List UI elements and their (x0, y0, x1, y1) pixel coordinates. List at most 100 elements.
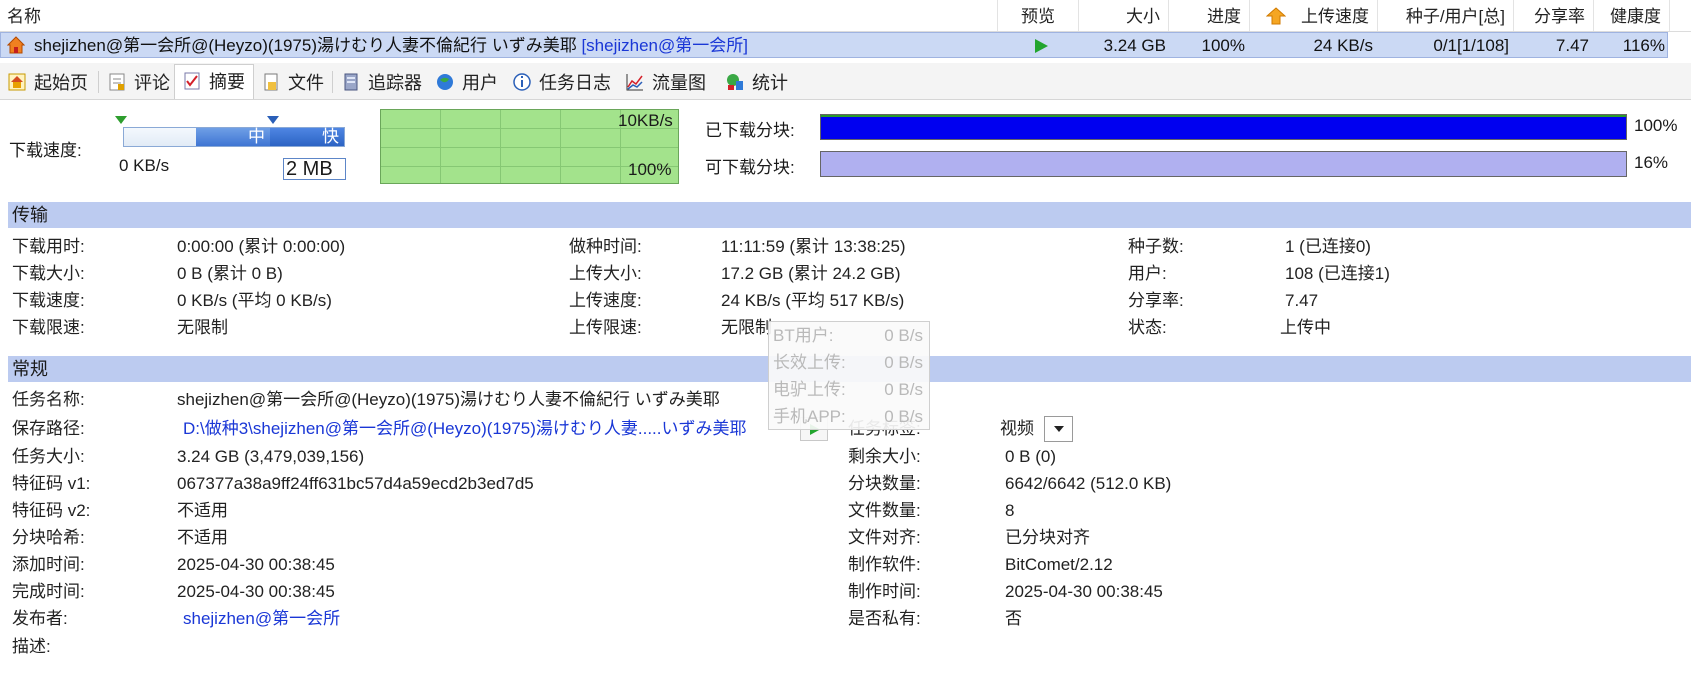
tab-peers-label: 用户 (462, 73, 498, 93)
private-value: 否 (1005, 609, 1022, 628)
tab-files[interactable]: 文件 (254, 66, 332, 98)
column-header-name[interactable]: 名称 (0, 0, 998, 31)
tab-home[interactable]: 起始页 (0, 66, 96, 98)
file-icon (264, 73, 278, 91)
torrent-upload-speed: 24 KB/s (1313, 36, 1373, 55)
download-limit-value: 无限制 (177, 318, 228, 337)
download-time-value: 0:00:00 (累计 0:00:00) (177, 237, 346, 256)
users-icon (437, 74, 453, 90)
hash-v1-label: 特征码 v1: (12, 474, 91, 493)
file-count-value: 8 (1005, 501, 1015, 520)
peers-label: 用户: (1128, 264, 1167, 283)
torrent-seeds-peers: 0/1[1/108] (1433, 36, 1509, 55)
chevron-down-icon (1054, 426, 1064, 432)
column-header-preview[interactable]: 预览 (998, 0, 1079, 31)
stats-icon (727, 74, 743, 90)
tooltip-emule-upload: 电驴上传: 0 B/s (773, 379, 923, 401)
share-ratio-label: 分享率: (1128, 291, 1184, 310)
column-header-ratio[interactable]: 分享率 (1514, 0, 1594, 31)
tab-summary[interactable]: 摘要 (174, 64, 254, 99)
creation-time-value: 2025-04-30 00:38:45 (1005, 582, 1163, 601)
tab-trackers[interactable]: 追踪器 (334, 66, 430, 98)
current-download-speed: 0 KB/s (119, 156, 170, 175)
download-speed-label: 下载速度: (9, 141, 82, 160)
available-pieces-fill (821, 152, 1626, 176)
seeds-value: 1 (已连接0) (1285, 237, 1371, 256)
tab-statistics-label: 统计 (752, 73, 788, 93)
slider-fast-label: 快 (322, 127, 339, 146)
upload-speed-header-label: 上传速度 (1301, 7, 1369, 26)
home-page-icon (8, 73, 26, 91)
share-ratio-value: 7.47 (1285, 291, 1319, 310)
available-pieces-label: 可下载分块: (705, 158, 795, 177)
torrent-list-header: 名称 预览 大小 进度 上传速度 种子/用户[总] 分享率 健康度 (0, 0, 1691, 32)
speed-limit-input[interactable]: 2 MB (283, 158, 346, 180)
added-time-value: 2025-04-30 00:38:45 (177, 555, 335, 574)
task-tag-dropdown[interactable] (1044, 416, 1073, 442)
info-icon (513, 73, 531, 91)
seeding-time-label: 做种时间: (569, 237, 642, 256)
column-header-progress[interactable]: 进度 (1169, 0, 1250, 31)
tab-home-label: 起始页 (34, 73, 88, 93)
slider-min-handle[interactable] (115, 116, 127, 124)
tab-task-log-label: 任务日志 (539, 73, 611, 93)
download-time-label: 下载用时: (12, 237, 85, 256)
download-rate-value: 0 KB/s (平均 0 KB/s) (177, 291, 332, 310)
tab-task-log[interactable]: 任务日志 (505, 66, 619, 98)
downloaded-pieces-label: 已下载分块: (705, 121, 795, 140)
tab-peers[interactable]: 用户 (428, 66, 506, 98)
piece-hash-label: 分块哈希: (12, 528, 85, 547)
tooltip-mobile-value: 0 B/s (884, 407, 923, 426)
preview-play-icon[interactable] (1033, 38, 1049, 54)
comment-icon (109, 73, 125, 91)
sort-upload-icon (1266, 7, 1286, 25)
downloaded-pieces-bar (820, 114, 1627, 140)
tab-comments[interactable]: 评论 (100, 66, 178, 98)
speed-graph-percent-label: 100% (628, 160, 672, 179)
column-header-seeds-peers[interactable]: 种子/用户[总] (1378, 0, 1514, 31)
task-size-value: 3.24 GB (3,479,039,156) (177, 447, 365, 466)
column-header-health[interactable]: 健康度 (1594, 0, 1670, 31)
downloaded-pieces-fill (821, 115, 1626, 139)
task-tag-value[interactable]: 视频 (1000, 418, 1034, 440)
available-pieces-percent: 16% (1634, 153, 1669, 172)
status-value: 上传中 (1280, 318, 1331, 337)
download-size-label: 下载大小: (12, 264, 85, 283)
remaining-size-label: 剩余大小: (848, 447, 921, 466)
tab-statistics[interactable]: 统计 (718, 66, 796, 98)
tooltip-bt-users: BT用户: 0 B/s (773, 325, 923, 347)
save-path-link[interactable]: D:\做种3\shejizhen@第一会所@(Heyzo)(1975)湯けむり人… (183, 418, 747, 440)
torrent-progress: 100% (1201, 36, 1245, 55)
task-name-label: 任务名称: (12, 390, 85, 409)
piece-hash-value: 不适用 (177, 528, 228, 547)
transfer-section-header: 传输 (8, 202, 1691, 228)
completed-time-label: 完成时间: (12, 582, 85, 601)
slider-limit-handle[interactable] (267, 116, 279, 124)
tab-trackers-label: 追踪器 (368, 73, 422, 93)
tab-files-label: 文件 (288, 73, 324, 93)
created-by-label: 制作软件: (848, 555, 921, 574)
seeding-time-value: 11:11:59 (累计 13:38:25) (721, 237, 906, 256)
slider-mid-label: 中 (248, 127, 265, 146)
upload-rate-label: 上传速度: (569, 291, 642, 310)
torrent-row[interactable]: shejizhen@第一会所@(Heyzo)(1975)湯けむり人妻不倫紀行 い… (0, 32, 1668, 58)
tooltip-long-term-label: 长效上传: (773, 353, 846, 372)
upload-size-label: 上传大小: (569, 264, 642, 283)
column-header-size[interactable]: 大小 (1079, 0, 1169, 31)
completed-time-value: 2025-04-30 00:38:45 (177, 582, 335, 601)
task-size-label: 任务大小: (12, 447, 85, 466)
tab-traffic-chart[interactable]: 流量图 (618, 66, 714, 98)
publisher-link[interactable]: shejizhen@第一会所 (183, 608, 340, 630)
column-header-upload-speed[interactable]: 上传速度 (1250, 0, 1378, 31)
tab-comments-label: 评论 (134, 73, 170, 93)
download-size-value: 0 B (累计 0 B) (177, 264, 283, 283)
tooltip-bt-users-label: BT用户: (773, 326, 834, 345)
available-pieces-bar (820, 151, 1627, 177)
chart-icon (626, 74, 643, 91)
tooltip-mobile-label: 手机APP: (773, 407, 846, 426)
save-path-label: 保存路径: (12, 419, 85, 438)
tab-summary-label: 摘要 (209, 72, 245, 92)
upload-size-value: 17.2 GB (累计 24.2 GB) (721, 264, 901, 283)
file-alignment-value: 已分块对齐 (1005, 528, 1090, 547)
file-alignment-label: 文件对齐: (848, 528, 921, 547)
